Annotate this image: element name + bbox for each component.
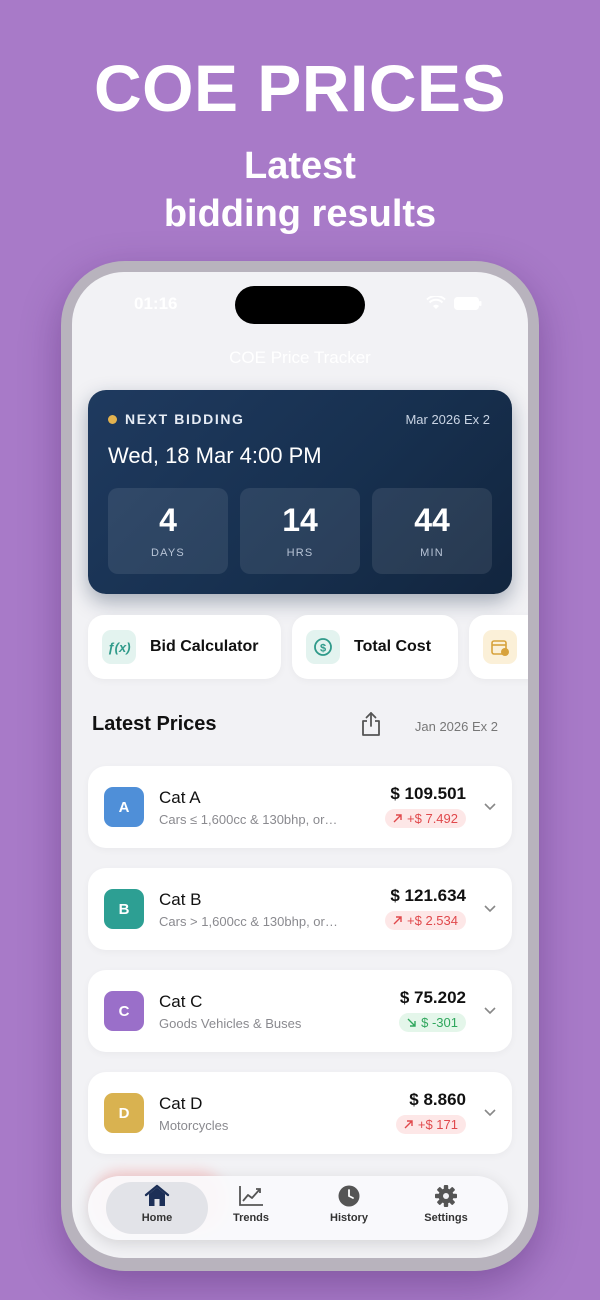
promo-subtitle-line2: bidding results <box>163 193 437 235</box>
category-badge: A <box>104 787 144 827</box>
price-change-value: +$ 171 <box>417 1117 458 1132</box>
quick-action-label: Bid Calculator <box>150 638 259 655</box>
category-description: Goods Vehicles & Buses <box>159 1016 302 1031</box>
tab-label: History <box>330 1212 368 1224</box>
function-icon: ƒ(x) <box>102 630 136 664</box>
chevron-down-icon[interactable] <box>484 902 496 914</box>
share-icon[interactable] <box>360 711 382 737</box>
category-name: Cat C <box>159 992 203 1011</box>
countdown-minutes: 44 MIN <box>372 488 492 574</box>
category-badge: C <box>104 991 144 1031</box>
category-card-c[interactable]: C Cat C Goods Vehicles & Buses $ 75.202 … <box>88 970 512 1052</box>
nav-title: COE Price Tracker <box>229 348 371 367</box>
category-card-a[interactable]: A Cat A Cars ≤ 1,600cc & 130bhp, or… $ 1… <box>88 766 512 848</box>
total-cost-button[interactable]: $ Total Cost <box>292 615 458 679</box>
next-bidding-round: Mar 2026 Ex 2 <box>405 412 490 427</box>
status-icons <box>426 296 482 310</box>
tab-label: Settings <box>424 1212 468 1224</box>
promo-subtitle-line1: Latest <box>244 145 356 187</box>
tab-label: Home <box>141 1212 173 1224</box>
category-name: Cat D <box>159 1094 203 1113</box>
category-name: Cat A <box>159 788 201 807</box>
countdown-value: 14 <box>282 502 318 538</box>
arrow-down-right-icon <box>407 1018 416 1027</box>
latest-prices-title: Latest Prices <box>92 713 217 735</box>
calendar-button[interactable] <box>469 615 528 679</box>
category-badge: D <box>104 1093 144 1133</box>
category-badge: B <box>104 889 144 929</box>
tab-history[interactable]: History <box>304 1184 394 1234</box>
house-icon <box>144 1184 170 1206</box>
quick-action-label: Total Cost <box>354 638 432 655</box>
category-description: Cars ≤ 1,600cc & 130bhp, or… <box>159 812 338 827</box>
bid-calculator-button[interactable]: ƒ(x) Bid Calculator <box>88 615 281 679</box>
next-bidding-card[interactable]: NEXT BIDDING Mar 2026 Ex 2 Wed, 18 Mar 4… <box>88 390 512 594</box>
next-bidding-header: NEXT BIDDING <box>108 411 245 427</box>
countdown-value: 4 <box>159 502 177 538</box>
price-change-value: $ -301 <box>421 1015 458 1030</box>
arrow-up-right-icon <box>393 916 402 925</box>
category-price: $ 75.202 <box>399 988 466 1007</box>
category-description: Cars > 1,600cc & 130bhp, or… <box>159 914 338 929</box>
next-bidding-datetime: Wed, 18 Mar 4:00 PM <box>108 443 322 468</box>
arrow-up-right-icon <box>393 814 402 823</box>
status-time: 01:16 <box>134 294 178 313</box>
arrow-up-right-icon <box>404 1120 413 1129</box>
price-change-badge: +$ 171 <box>395 1115 466 1134</box>
countdown-days: 4 DAYS <box>108 488 228 574</box>
price-change-value: +$ 2.534 <box>407 913 458 928</box>
tab-settings[interactable]: Settings <box>401 1184 491 1234</box>
clock-icon <box>338 1185 360 1207</box>
countdown-unit: DAYS <box>151 547 185 559</box>
battery-icon <box>454 296 482 310</box>
tab-bar: Home Trends History Settings <box>88 1176 508 1240</box>
category-price: $ 109.501 <box>390 784 466 803</box>
dollar-circle-icon: $ <box>306 630 340 664</box>
promo-subtitle: Latest bidding results <box>0 142 600 238</box>
countdown-unit: HRS <box>286 547 314 559</box>
chevron-down-icon[interactable] <box>484 1106 496 1118</box>
price-change-badge: $ -301 <box>399 1013 466 1032</box>
countdown-hours: 14 HRS <box>240 488 360 574</box>
countdown-value: 44 <box>414 502 450 538</box>
category-card-b[interactable]: B Cat B Cars > 1,600cc & 130bhp, or… $ 1… <box>88 868 512 950</box>
chevron-down-icon[interactable] <box>484 1004 496 1016</box>
price-change-badge: +$ 2.534 <box>385 911 466 930</box>
tab-label: Trends <box>232 1212 270 1224</box>
status-dot-icon <box>108 414 117 424</box>
category-price: $ 8.860 <box>409 1090 466 1109</box>
latest-prices-round: Jan 2026 Ex 2 <box>414 719 498 734</box>
category-description: Motorcycles <box>159 1118 229 1133</box>
countdown-unit: MIN <box>420 547 444 559</box>
gear-icon <box>435 1185 457 1207</box>
wifi-icon <box>426 296 446 309</box>
tab-trends[interactable]: Trends <box>206 1184 296 1234</box>
svg-text:$: $ <box>320 643 326 655</box>
category-price: $ 121.634 <box>390 886 466 905</box>
chart-line-icon <box>239 1186 263 1206</box>
phone-screen: 01:16 COE Price Tracker NEXT BIDDING Mar… <box>72 272 528 1258</box>
category-card-d[interactable]: D Cat D Motorcycles $ 8.860 +$ 171 <box>88 1072 512 1154</box>
dynamic-island <box>235 286 365 324</box>
tab-home[interactable]: Home <box>112 1184 202 1234</box>
price-change-value: +$ 7.492 <box>407 811 458 826</box>
calendar-icon <box>483 630 517 664</box>
next-bidding-label: NEXT BIDDING <box>125 411 245 427</box>
promo-title: COE PRICES <box>93 51 507 125</box>
price-change-badge: +$ 7.492 <box>385 809 466 828</box>
category-name: Cat B <box>159 890 202 909</box>
chevron-down-icon[interactable] <box>484 800 496 812</box>
